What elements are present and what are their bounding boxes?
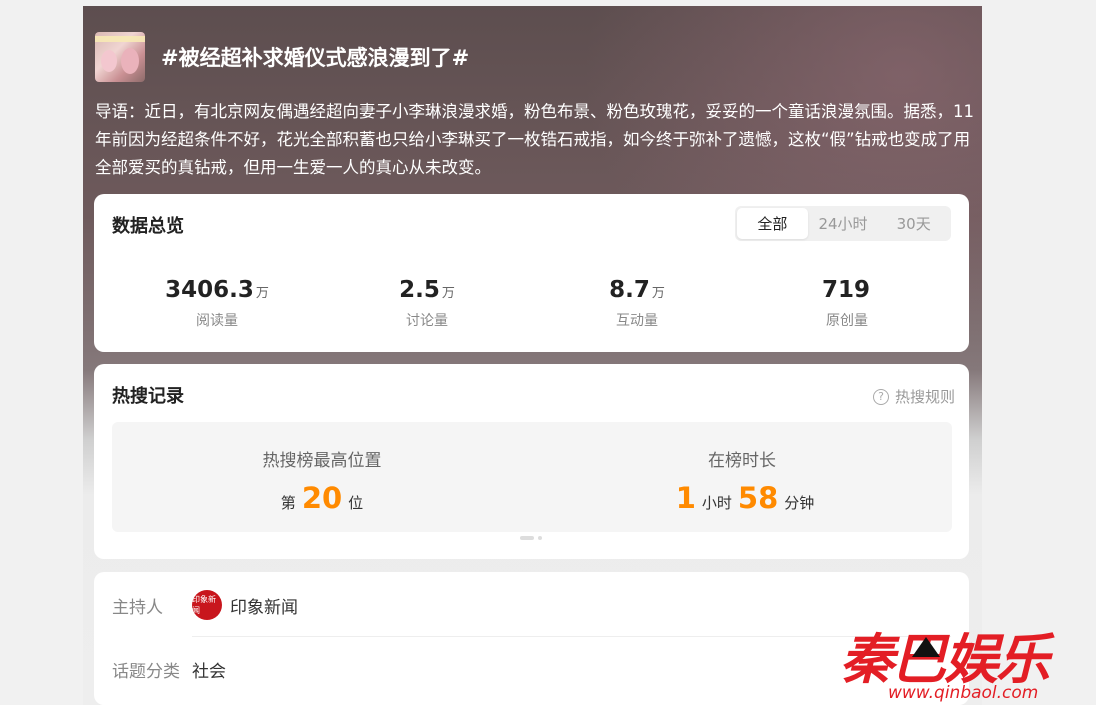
hot-rank-label: 热搜榜最高位置 bbox=[262, 451, 382, 471]
tab-all[interactable]: 全部 bbox=[737, 208, 808, 239]
minutes-value: 58 bbox=[737, 481, 779, 515]
stat-unit: 万 bbox=[651, 286, 665, 301]
stat-label: 原创量 bbox=[826, 313, 868, 329]
stat-interactions: 8.7 万 互动量 bbox=[532, 276, 742, 330]
hot-rank-col: 热搜榜最高位置 第 20 位 bbox=[112, 422, 532, 532]
info-divider bbox=[192, 636, 951, 637]
hot-stats-panel: 热搜榜最高位置 第 20 位 在榜时长 1 小时 58 分钟 bbox=[112, 422, 952, 532]
rank-value: 20 bbox=[301, 481, 343, 515]
hot-title: 热搜记录 bbox=[112, 386, 184, 407]
watermark-url: www.qinbaol.com bbox=[888, 683, 1039, 703]
data-overview-card: 数据总览 全部 24小时 30天 3406.3 万 阅读量 2.5 万 讨论量 8.… bbox=[94, 194, 969, 352]
minutes-unit: 分钟 bbox=[784, 494, 815, 512]
stat-value: 2.5 bbox=[399, 277, 440, 303]
stat-reads: 3406.3 万 阅读量 bbox=[112, 276, 322, 330]
host-logo[interactable]: 印象新闻 bbox=[192, 590, 222, 620]
category-row: 话题分类 社会 bbox=[112, 657, 226, 682]
carousel-dot-active[interactable] bbox=[520, 536, 534, 540]
carousel-dot[interactable] bbox=[538, 536, 542, 540]
carousel-dots bbox=[520, 536, 542, 540]
category-key: 话题分类 bbox=[112, 662, 180, 682]
stat-label: 互动量 bbox=[616, 313, 658, 329]
rank-prefix: 第 bbox=[280, 494, 296, 512]
stat-label: 阅读量 bbox=[196, 313, 238, 329]
hours-value: 1 bbox=[675, 481, 696, 515]
host-name[interactable]: 印象新闻 bbox=[230, 593, 298, 618]
topic-thumbnail[interactable] bbox=[95, 32, 145, 82]
stat-unit: 万 bbox=[441, 286, 455, 301]
host-row: 主持人 印象新闻 印象新闻 bbox=[112, 590, 298, 620]
tab-30d[interactable]: 30天 bbox=[878, 208, 949, 239]
tab-24h[interactable]: 24小时 bbox=[808, 208, 879, 239]
hours-unit: 小时 bbox=[701, 494, 732, 512]
topic-title: #被经超补求婚仪式感浪漫到了# bbox=[161, 46, 470, 70]
hot-duration-col: 在榜时长 1 小时 58 分钟 bbox=[532, 422, 952, 532]
hot-duration-label: 在榜时长 bbox=[708, 451, 776, 471]
hot-rules-label: 热搜规则 bbox=[894, 388, 955, 406]
hot-search-card: 热搜记录 ? 热搜规则 热搜榜最高位置 第 20 位 在榜时长 1 小时 58 … bbox=[94, 364, 969, 559]
stat-label: 讨论量 bbox=[406, 313, 448, 329]
host-key: 主持人 bbox=[112, 597, 163, 618]
stat-unit: 万 bbox=[255, 286, 269, 301]
overview-title: 数据总览 bbox=[112, 216, 184, 237]
stat-originals: 719 原创量 bbox=[742, 276, 952, 330]
hot-rules-link[interactable]: ? 热搜规则 bbox=[872, 386, 955, 407]
stats-row: 3406.3 万 阅读量 2.5 万 讨论量 8.7 万 互动量 719 原创量 bbox=[94, 276, 969, 330]
category-value: 社会 bbox=[192, 662, 226, 682]
watermark: 秦巴娱乐 www.qinbaol.com bbox=[840, 615, 1090, 705]
stat-value: 8.7 bbox=[609, 277, 650, 303]
play-icon bbox=[912, 637, 940, 657]
question-icon: ? bbox=[872, 388, 889, 405]
time-range-tabs: 全部 24小时 30天 bbox=[735, 206, 951, 241]
topic-header: #被经超补求婚仪式感浪漫到了# bbox=[95, 32, 469, 82]
topic-info-card: 主持人 印象新闻 印象新闻 话题分类 社会 bbox=[94, 572, 969, 705]
stat-discussions: 2.5 万 讨论量 bbox=[322, 276, 532, 330]
stat-value: 3406.3 bbox=[165, 277, 254, 303]
topic-intro: 导语：近日，有北京网友偶遇经超向妻子小李琳浪漫求婚，粉色布景、粉色玫瑰花，妥妥的… bbox=[95, 102, 974, 177]
stat-value: 719 bbox=[821, 277, 870, 303]
rank-suffix: 位 bbox=[348, 494, 364, 512]
